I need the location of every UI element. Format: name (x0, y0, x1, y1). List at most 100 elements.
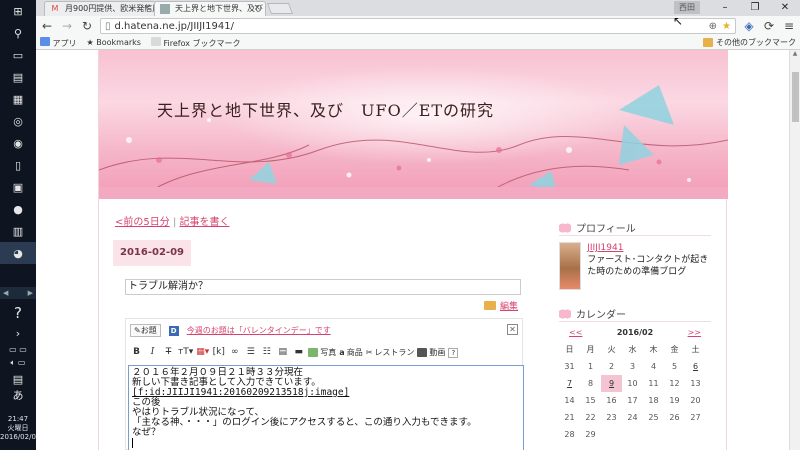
bold-icon[interactable]: B (130, 346, 143, 359)
menu-icon[interactable]: ≡ (782, 19, 796, 33)
close-icon[interactable]: ✕ (507, 324, 518, 335)
photo-label: 写真 (320, 348, 337, 357)
bookmark-label: アプリ (52, 38, 77, 48)
odai-link[interactable]: 今週のお題は「バレンタインデー」です (187, 325, 331, 336)
windows-start-icon[interactable]: ⊞ (0, 0, 36, 22)
bullet-list-icon[interactable]: ☰ (244, 346, 257, 359)
blog-title[interactable]: 天上界と地下世界、及び UFO／ETの研究 (157, 97, 494, 121)
calendar-prev-link[interactable]: << (569, 328, 582, 337)
bookmark-apps[interactable]: アプリ (40, 36, 77, 49)
back-icon[interactable]: ← (40, 19, 54, 33)
close-tab-icon[interactable]: × (143, 2, 151, 15)
reload-icon[interactable]: ↻ (80, 19, 94, 33)
address-bar[interactable]: ▯ d.hatena.ne.jp/JIIJI1941/ ⊕ ★ (100, 18, 736, 34)
italic-icon[interactable]: I (146, 346, 159, 359)
forward-icon[interactable]: → (60, 19, 74, 33)
taskbar-app-icon[interactable]: ▦ (0, 88, 36, 110)
scroll-up-icon[interactable]: ▲ (790, 50, 800, 60)
apps-icon (40, 36, 50, 46)
blog-header: 天上界と地下世界、及び UFO／ETの研究 (99, 50, 728, 199)
product-label: 商品 (346, 348, 363, 357)
taskbar-app-icon[interactable]: ▯ (0, 154, 36, 176)
profile-heading: プロフィール (559, 220, 711, 236)
strikethrough-icon[interactable]: T (162, 346, 175, 359)
scrollbar-thumb[interactable] (792, 72, 799, 122)
link-icon[interactable]: ∞ (228, 346, 241, 359)
vertical-scrollbar[interactable]: ▲ (789, 50, 800, 450)
page-viewport: 天上界と地下世界、及び UFO／ETの研究 <前の5日分 | 記事を書く 201… (36, 50, 800, 450)
numbered-list-icon[interactable]: ☷ (260, 346, 273, 359)
taskbar-app-icon[interactable]: ▥ (0, 220, 36, 242)
calendar-day (685, 426, 706, 443)
bookmark-other[interactable]: その他のブックマーク (703, 37, 796, 48)
entry-date[interactable]: 2016-02-09 (113, 240, 191, 266)
video-button[interactable]: 動画 (417, 347, 445, 358)
help-icon[interactable]: ? (0, 302, 36, 324)
profile-name-link[interactable]: JIIJI1941 (587, 242, 711, 254)
calendar-day[interactable]: 6 (685, 358, 706, 375)
restaurant-button[interactable]: ✂ レストラン (366, 347, 415, 358)
task-view-icon[interactable]: ▭ (0, 44, 36, 66)
profile-badge[interactable]: 西田 (674, 1, 700, 14)
write-entry-link[interactable]: 記事を書く (180, 217, 230, 228)
header-decoration (99, 85, 728, 199)
taskbar-app-icon[interactable]: ◎ (0, 110, 36, 132)
blog-page: 天上界と地下世界、及び UFO／ETの研究 <前の5日分 | 記事を書く 201… (98, 50, 728, 450)
quote-icon[interactable]: ▤ (276, 346, 289, 359)
extension-icon[interactable]: ◈ (742, 19, 756, 33)
calendar-next-link[interactable]: >> (688, 328, 701, 337)
calendar-day: 20 (690, 396, 701, 405)
calendar-day: 8 (587, 379, 594, 388)
bookmark-label: その他のブックマーク (716, 38, 796, 47)
taskbar-scrollbar[interactable]: ◀ ▶ (0, 287, 36, 299)
star-icon[interactable]: ★ (722, 21, 731, 32)
calendar-heading-label: カレンダー (576, 310, 626, 321)
photo-button[interactable]: 写真 (308, 347, 336, 358)
more-icon[interactable]: ▬ (292, 346, 305, 359)
product-button[interactable]: a 商品 (339, 347, 362, 358)
star-icon: ★ (86, 38, 94, 47)
search-icon[interactable]: ⚲ (0, 22, 36, 44)
chrome-icon[interactable]: ◕ (0, 242, 36, 264)
tab-hatena[interactable]: 天上界と地下世界、及び × (154, 1, 266, 16)
color-icon[interactable]: ▦▾ (196, 346, 209, 359)
bookmark-firefox[interactable]: Firefox ブックマーク (150, 36, 241, 49)
store-icon[interactable]: ▣ (0, 176, 36, 198)
calendar-day: 31 (564, 362, 575, 371)
calendar-day: 14 (564, 396, 575, 405)
restaurant-label: レストラン (374, 348, 415, 357)
taskbar-app-icon[interactable]: ● (0, 198, 36, 220)
tab-gmail[interactable]: M 月900円提供、欧米発信用 × (44, 1, 156, 16)
keyword-link-icon[interactable]: [k] (212, 346, 225, 359)
font-size-icon[interactable]: тT▾ (178, 346, 193, 359)
entry-title-field[interactable]: トラブル解消か？ (125, 279, 521, 295)
restore-icon[interactable]: ❐ (740, 0, 770, 16)
close-icon[interactable]: ✕ (770, 0, 800, 16)
tab-title: 月900円提供、欧米発信用 (65, 4, 156, 13)
edit-link[interactable]: 編集 (484, 299, 518, 312)
format-toolbar: B I T тT▾ ▦▾ [k] ∞ ☰ ☷ ▤ ▬ 写真 a 商品 ✂ レストラン… (130, 346, 459, 359)
help-icon[interactable]: ? (448, 347, 459, 358)
prev-days-link[interactable]: <前の5日分 (115, 217, 170, 228)
entry-body-textarea[interactable]: ２０１６年２月０９日２１時３３分現在 新しい下書き記事として入力できています。 [f… (128, 365, 524, 450)
tab-title: 天上界と地下世界、及び (175, 4, 263, 13)
bookmark-bookmarks[interactable]: ★ Bookmarks (87, 38, 141, 47)
calendar-day: 5 (671, 362, 678, 371)
new-tab-button[interactable] (266, 3, 294, 14)
calendar-day[interactable]: 9 (601, 375, 622, 392)
odai-button[interactable]: ✎お題 (130, 324, 161, 337)
bookmark-label: Bookmarks (96, 38, 141, 47)
calendar-day: 23 (606, 413, 617, 422)
minimize-icon[interactable]: – (710, 0, 740, 16)
taskbar-app-icon[interactable]: ◉ (0, 132, 36, 154)
ime-icon[interactable]: あ (0, 384, 36, 406)
taskbar-clock[interactable]: 21:47 火曜日 2016/02/09 (0, 415, 40, 442)
close-tab-icon[interactable]: × (253, 2, 261, 15)
taskbar-app-icon[interactable]: ▤ (0, 66, 36, 88)
zoom-icon[interactable]: ⊕ (709, 21, 717, 32)
refresh-extension-icon[interactable]: ⟳ (762, 19, 776, 33)
calendar-dow: 月 (586, 345, 595, 354)
avatar[interactable] (559, 242, 582, 290)
calendar-dow: 木 (649, 345, 658, 354)
calendar-day[interactable]: 7 (559, 375, 580, 392)
